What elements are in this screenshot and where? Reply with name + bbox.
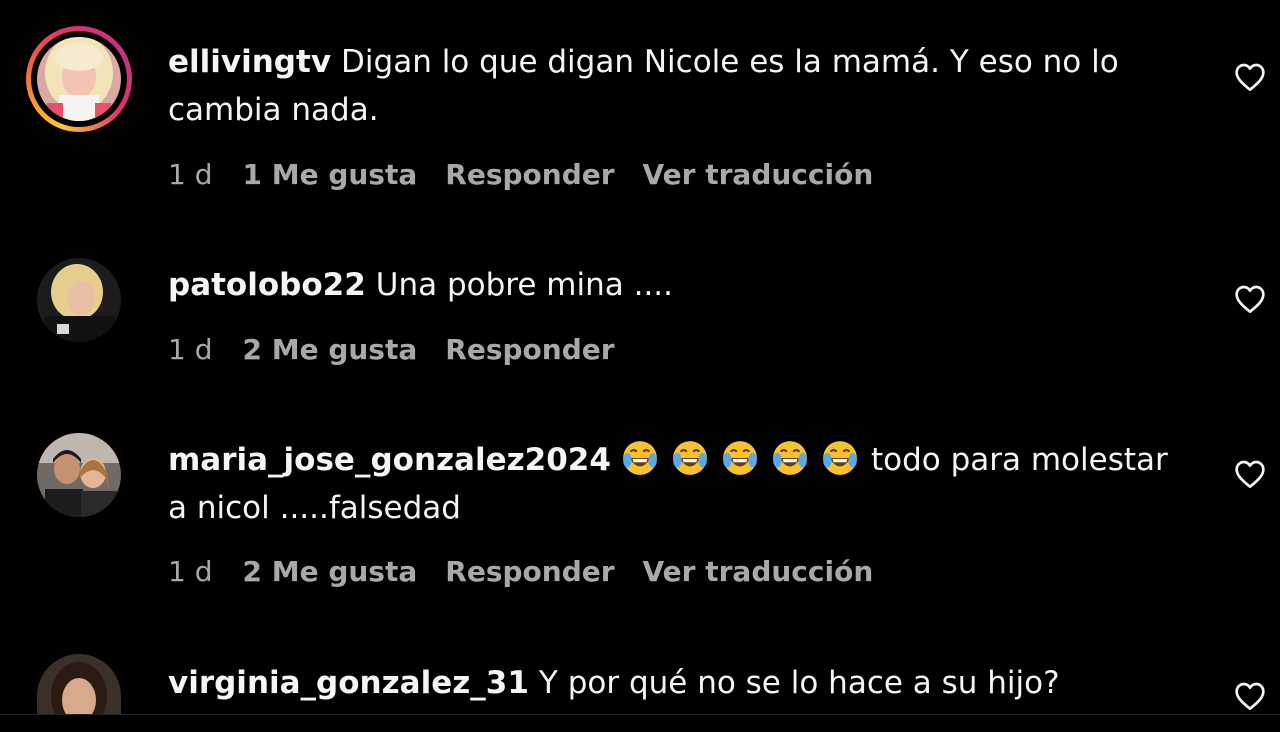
reply-button[interactable]: Responder [445, 158, 614, 191]
comment-username[interactable]: patolobo22 [168, 267, 366, 303]
dark-haired-woman-avatar-icon [37, 654, 121, 714]
comment-time[interactable]: 1 d [168, 158, 213, 191]
reply-button[interactable]: Responder [445, 555, 614, 588]
comment-list: ellivingtv Digan lo que digan Nicole es l… [0, 0, 1280, 732]
comment-text: ellivingtv Digan lo que digan Nicole es l… [168, 38, 1188, 134]
likes-count[interactable]: 1 Me gusta [243, 158, 418, 191]
comment-body: Y por qué no se lo hace a su hijo? [538, 665, 1060, 701]
blonde-woman-avatar-icon [37, 37, 121, 121]
avatar[interactable] [37, 37, 121, 121]
likes-count[interactable]: 2 Me gusta [243, 333, 418, 366]
comment-text: virginia_gonzalez_31 Y por qué no se lo h… [168, 659, 1188, 707]
heart-outline-icon[interactable] [1234, 62, 1266, 92]
avatar[interactable] [37, 433, 121, 517]
heart-outline-icon[interactable] [1234, 681, 1266, 711]
tears-of-joy-emoji-icon [823, 441, 857, 475]
reply-button[interactable]: Responder [445, 333, 614, 366]
comment-time[interactable]: 1 d [168, 333, 213, 366]
comment-meta: 1 d 2 Me gusta Responder Ver traducción [168, 555, 901, 588]
comment-meta: 1 d 2 Me gusta Responder [168, 333, 643, 366]
tears-of-joy-emoji-icon [723, 441, 757, 475]
comment-username[interactable]: virginia_gonzalez_31 [168, 665, 529, 701]
comment-username[interactable]: maria_jose_gonzalez2024 [168, 442, 611, 478]
translate-button[interactable]: Ver traducción [643, 555, 874, 588]
translate-button[interactable]: Ver traducción [643, 158, 874, 191]
tears-of-joy-emoji-icon [673, 441, 707, 475]
avatar[interactable] [37, 258, 121, 342]
tears-of-joy-emoji-icon [623, 441, 657, 475]
avatar[interactable] [37, 654, 121, 714]
heart-outline-icon[interactable] [1234, 459, 1266, 489]
comment-text: patolobo22 Una pobre mina .... [168, 261, 1188, 309]
likes-count[interactable]: 2 Me gusta [243, 555, 418, 588]
two-people-avatar-icon [37, 433, 121, 517]
comment-username[interactable]: ellivingtv [168, 44, 331, 80]
comment-text: maria_jose_gonzalez2024 todo para molesta… [168, 436, 1188, 532]
comment-body: Una pobre mina .... [375, 267, 674, 303]
story-ring[interactable] [26, 26, 132, 132]
comment-time[interactable]: 1 d [168, 555, 213, 588]
comment-meta: 1 d 1 Me gusta Responder Ver traducción [168, 158, 901, 191]
heart-outline-icon[interactable] [1234, 284, 1266, 314]
blonde-woman-dark-avatar-icon [37, 258, 121, 342]
divider [0, 714, 1280, 715]
tears-of-joy-emoji-icon [773, 441, 807, 475]
